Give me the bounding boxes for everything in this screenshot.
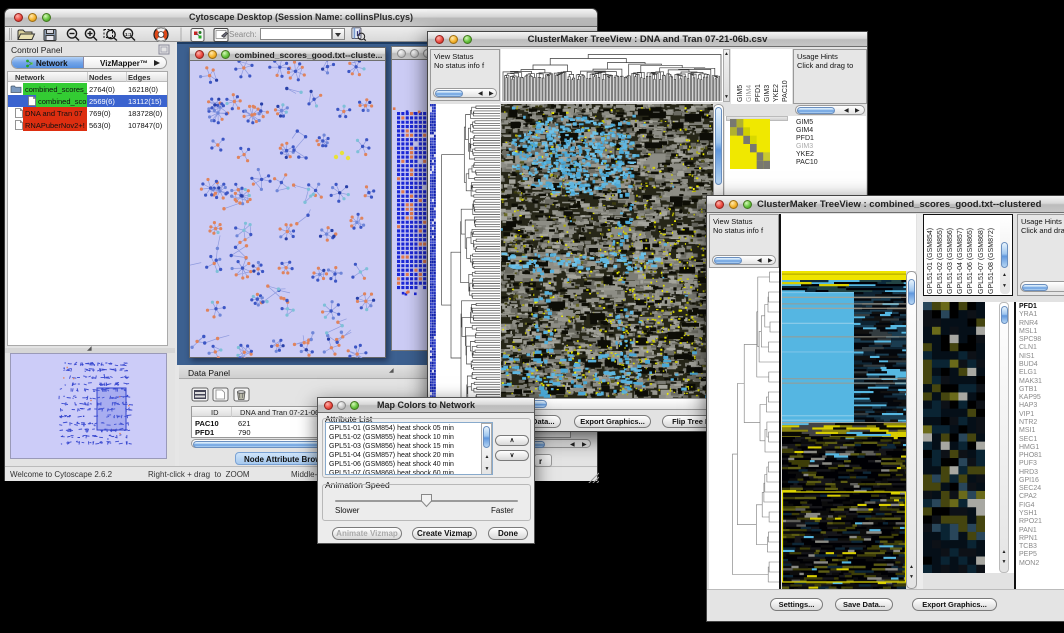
svg-text:Search:: Search: [229, 30, 257, 39]
svg-text:1:1: 1:1 [125, 32, 132, 37]
